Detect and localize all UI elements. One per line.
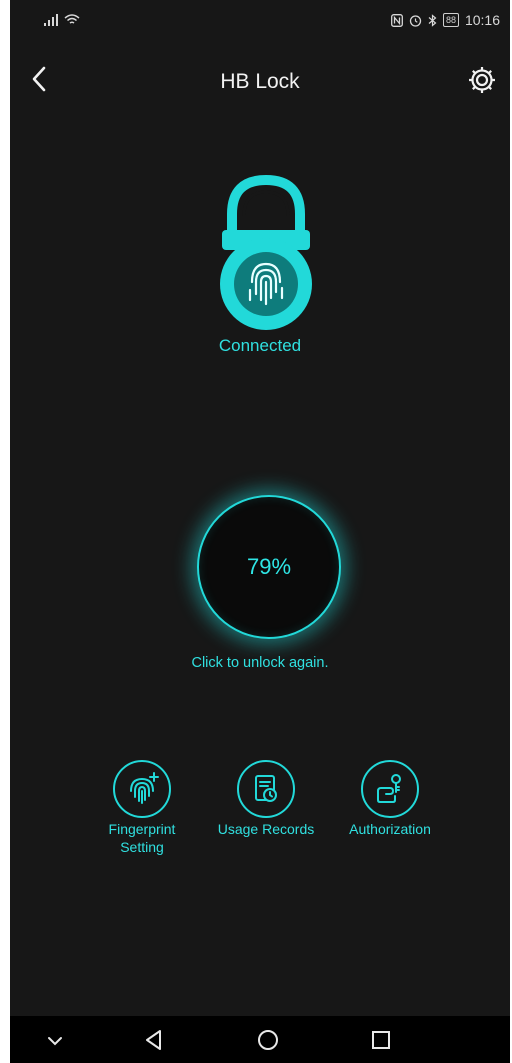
status-right-group: 88 10:16 (390, 12, 500, 28)
unlock-hint: Click to unlock again. (191, 655, 329, 671)
records-icon (255, 775, 277, 802)
home-circle-icon[interactable] (253, 1026, 283, 1054)
wifi-icon (64, 14, 80, 24)
padlock-fingerprint-icon (220, 174, 312, 330)
bluetooth-icon (428, 13, 437, 27)
unlock-progress: 79% (246, 554, 292, 579)
signal-icon (44, 14, 58, 26)
battery-indicator: 88 (442, 13, 459, 27)
clock: 10:16 (464, 12, 500, 28)
action-label: Usage Records (217, 821, 315, 837)
chevron-down-icon[interactable] (40, 1026, 70, 1054)
alarm-icon (409, 14, 422, 27)
authorization-button[interactable]: Authorization (335, 760, 445, 838)
unlock-button[interactable]: 79% (197, 495, 341, 639)
usage-records-button[interactable]: Usage Records (211, 760, 321, 838)
settings-gear-icon[interactable] (466, 64, 498, 96)
authorization-icon (377, 774, 401, 803)
status-bar: 88 10:16 (10, 0, 510, 40)
fingerprint-add-icon (130, 772, 159, 804)
fingerprint-setting-button[interactable]: Fingerprint Setting (87, 760, 197, 856)
signal-wifi-group (44, 13, 80, 26)
page-title: HB Lock (220, 70, 300, 93)
back-triangle-icon[interactable] (139, 1026, 169, 1054)
app-screen: 88 10:16 HB Lock Connected 79% Click to … (10, 0, 510, 1063)
connection-status: Connected (218, 336, 302, 355)
header: HB Lock (10, 52, 510, 108)
action-label: Authorization (349, 821, 431, 837)
system-navigation-bar (10, 1016, 510, 1063)
action-label: Fingerprint Setting (108, 821, 176, 855)
recents-square-icon[interactable] (366, 1026, 396, 1054)
nfc-icon (390, 13, 403, 27)
